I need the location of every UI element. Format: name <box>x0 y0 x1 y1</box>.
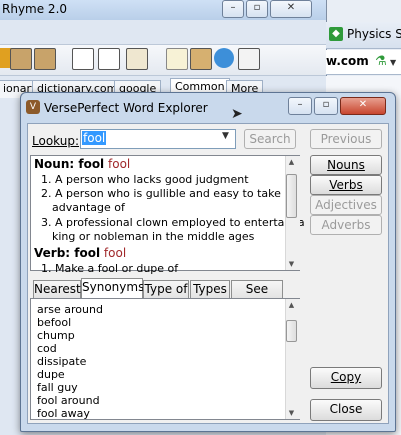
dialog-close-icon[interactable]: ✕ <box>340 97 386 115</box>
browser-tab-favicon-icon: ◆ <box>329 27 343 41</box>
verb-header: Verb: fool fool <box>34 246 126 260</box>
scroll-down-icon[interactable]: ▼ <box>285 260 298 268</box>
noun-header-label: Noun: fool <box>34 157 105 171</box>
books-icon[interactable] <box>238 48 260 70</box>
noun-header: Noun: fool fool <box>34 157 130 171</box>
list-item[interactable]: cod <box>37 342 57 355</box>
numbered-list-icon[interactable] <box>98 48 120 70</box>
synonyms-scroll-thumb[interactable] <box>286 320 297 342</box>
list-icon[interactable] <box>72 48 94 70</box>
tab-types[interactable]: Types <box>190 280 230 298</box>
lookup-input-value[interactable]: fool <box>82 131 107 145</box>
lookup-label: Lookup: <box>32 134 79 148</box>
noun-def-2-cont: advantage of <box>52 201 125 214</box>
app-logo-icon: V <box>26 100 40 114</box>
verb-def-1: 1. Make a fool or dupe of <box>41 262 179 275</box>
copy-button[interactable]: Copy <box>310 367 382 389</box>
scroll-up-icon[interactable]: ▲ <box>285 301 298 309</box>
spellcheck-icon[interactable] <box>166 48 188 70</box>
nouns-button[interactable]: Nouns <box>310 155 382 175</box>
dropdown-arrow-icon[interactable]: ▼ <box>390 58 396 67</box>
noun-def-1: 1. A person who lacks good judgment <box>41 173 249 186</box>
maximize-icon[interactable]: ▫ <box>246 0 268 18</box>
browser-url[interactable]: w.com <box>326 54 369 68</box>
book-open-icon[interactable] <box>34 48 56 70</box>
list-item[interactable]: fall guy <box>37 381 78 394</box>
noun-def-3: 3. A professional clown employed to ente… <box>41 216 305 229</box>
verb-header-label: Verb: fool <box>34 246 101 260</box>
close-window-icon[interactable]: ✕ <box>270 0 312 18</box>
noun-def-3-cont: king or nobleman in the middle ages <box>52 230 255 243</box>
tab-synonyms[interactable]: Synonyms <box>81 278 144 298</box>
flask-icon[interactable]: ⚗ <box>375 54 387 69</box>
nouns-button-label: Nouns <box>327 158 365 172</box>
mouse-cursor-icon: ➤ <box>231 106 243 122</box>
scroll-up-icon[interactable]: ▲ <box>285 158 298 166</box>
globe-icon[interactable] <box>214 48 234 68</box>
scroll-down-icon[interactable]: ▼ <box>285 409 298 417</box>
edit-icon[interactable] <box>126 48 148 70</box>
noun-header-word: fool <box>108 157 131 171</box>
browser-tab-label[interactable]: Physics Si <box>347 27 401 41</box>
adverbs-button[interactable]: Adverbs <box>310 215 382 235</box>
book-icon[interactable] <box>10 48 32 70</box>
lookup-label-text: Lookup: <box>32 134 80 148</box>
close-button[interactable]: Close <box>310 399 382 421</box>
dialog-minimize-icon[interactable]: – <box>288 97 312 115</box>
synonyms-scrollbar[interactable] <box>285 299 300 419</box>
dialog-maximize-icon[interactable]: ▫ <box>314 97 338 115</box>
list-item[interactable]: dupe <box>37 368 65 381</box>
adjectives-button[interactable]: Adjectives <box>310 195 382 215</box>
list-item[interactable]: chump <box>37 329 75 342</box>
dictionary-icon[interactable] <box>190 48 212 70</box>
verbs-button-label: Verbs <box>329 178 363 192</box>
previous-button[interactable]: Previous <box>310 129 382 149</box>
tab-see-also[interactable]: See also <box>231 280 283 313</box>
list-item[interactable]: befool <box>37 316 71 329</box>
background-app-title: Rhyme 2.0 <box>2 2 68 16</box>
verb-header-word: fool <box>103 246 127 260</box>
chevron-down-icon[interactable]: ▼ <box>222 131 229 141</box>
list-item[interactable]: arse around <box>37 303 103 316</box>
list-item[interactable]: fool away <box>37 407 90 420</box>
dialog-title: VersePerfect Word Explorer <box>44 101 208 115</box>
copy-button-label: Copy <box>330 370 362 384</box>
noun-def-2: 2. A person who is gullible and easy to … <box>41 187 281 200</box>
verbs-button[interactable]: Verbs <box>310 175 382 195</box>
search-button[interactable]: Search <box>244 129 296 149</box>
definitions-scroll-thumb[interactable] <box>286 174 297 218</box>
list-item[interactable]: fool around <box>37 394 100 407</box>
minimize-icon[interactable]: – <box>222 0 244 18</box>
tab-nearest[interactable]: Nearest <box>33 280 81 298</box>
tab-type-of[interactable]: Type of <box>143 280 189 298</box>
list-item[interactable]: dissipate <box>37 355 86 368</box>
